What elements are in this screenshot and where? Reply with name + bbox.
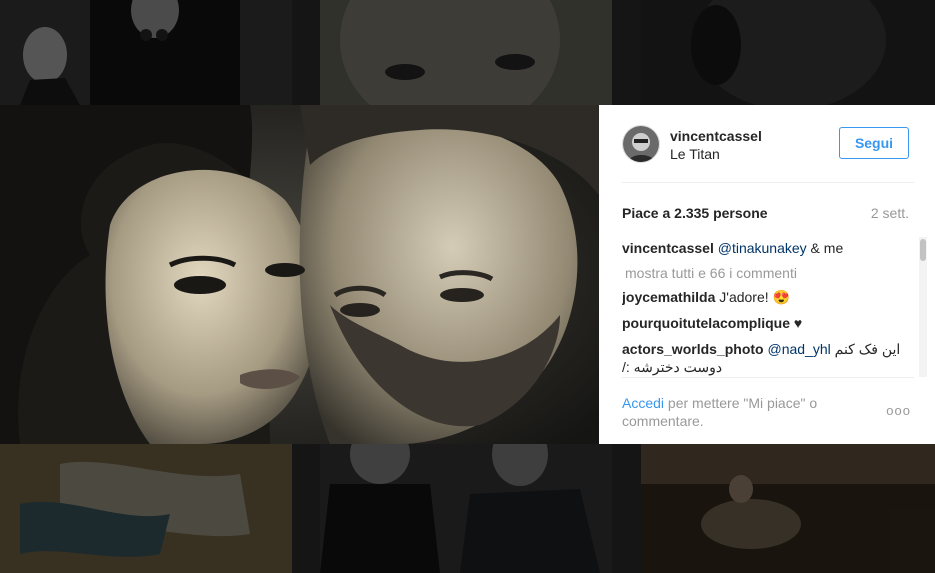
view-all-comments[interactable]: mostra tutti e 66 i commenti: [625, 265, 914, 281]
list-item: actors_worlds_photo @nad_yhl این فک کنم …: [622, 340, 914, 376]
list-item: joycemathilda J'adore! 😍: [622, 288, 914, 306]
caption-mention[interactable]: @tinakunakey: [718, 240, 807, 256]
grid-photo-4[interactable]: [0, 444, 292, 573]
grid-photo-1[interactable]: [0, 0, 292, 105]
follow-button[interactable]: Segui: [839, 127, 909, 159]
post-photo[interactable]: [0, 105, 599, 444]
comment-username[interactable]: joycemathilda: [622, 289, 715, 305]
footer-divider: [622, 377, 914, 378]
grid-photo-5[interactable]: [320, 444, 612, 573]
comment-mention[interactable]: @nad_yhl: [767, 341, 830, 357]
header-divider: [622, 182, 914, 183]
login-link[interactable]: Accedi: [622, 395, 664, 411]
list-item: pourquoitutelacomplique ♥: [622, 314, 914, 332]
caption-username[interactable]: vincentcassel: [622, 240, 714, 256]
post-username[interactable]: vincentcassel: [670, 128, 762, 144]
likes-count[interactable]: Piace a 2.335 persone: [622, 205, 768, 221]
user-avatar[interactable]: [622, 125, 660, 163]
comment-username[interactable]: actors_worlds_photo: [622, 341, 764, 357]
comment-text: ♥: [793, 315, 803, 331]
more-options-button[interactable]: ooo: [886, 403, 911, 418]
caption-text: & me: [806, 240, 844, 256]
comments-scrollbar[interactable]: [919, 237, 927, 377]
post-image: [0, 105, 599, 444]
scrollbar-thumb[interactable]: [920, 239, 926, 261]
post-time[interactable]: 2 sett.: [871, 205, 909, 221]
post-details-panel: vincentcassel Le Titan Segui Piace a 2.3…: [599, 105, 935, 444]
login-prompt: Accedi per mettere "Mi piace" o commenta…: [622, 394, 862, 430]
grid-photo-3[interactable]: [641, 0, 935, 105]
grid-photo-2[interactable]: [320, 0, 612, 105]
comment-text: J'adore! 😍: [719, 289, 790, 305]
comments-list[interactable]: vincentcassel @tinakunakey & me mostra t…: [622, 239, 914, 377]
comment-username[interactable]: pourquoitutelacomplique: [622, 315, 790, 331]
caption: vincentcassel @tinakunakey & me: [622, 239, 914, 257]
post-location[interactable]: Le Titan: [670, 146, 720, 162]
grid-photo-6[interactable]: [641, 444, 935, 573]
